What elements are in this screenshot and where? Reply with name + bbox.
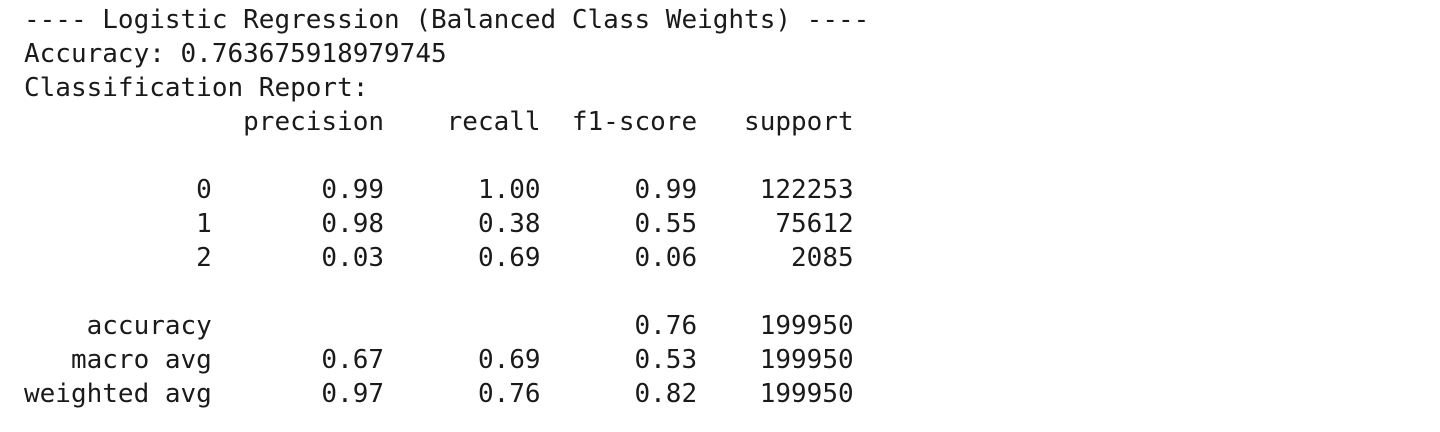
report-row-weighted-avg: weighted avg 0.97 0.76 0.82 199950 xyxy=(24,379,854,409)
report-row-macro-avg: macro avg 0.67 0.69 0.53 199950 xyxy=(24,345,854,375)
accuracy-line: Accuracy: 0.763675918979745 xyxy=(24,39,447,69)
report-title: Classification Report: xyxy=(24,73,369,103)
report-row-class-2: 2 0.03 0.69 0.06 2085 xyxy=(24,243,854,273)
console-output: ---- Logistic Regression (Balanced Class… xyxy=(24,3,869,411)
section-header: ---- Logistic Regression (Balanced Class… xyxy=(24,5,870,35)
report-header-row: precision recall f1-score support xyxy=(24,107,854,137)
report-row-class-1: 1 0.98 0.38 0.55 75612 xyxy=(24,209,854,239)
report-row-class-0: 0 0.99 1.00 0.99 122253 xyxy=(24,175,854,205)
report-row-accuracy: accuracy 0.76 199950 xyxy=(24,311,854,341)
